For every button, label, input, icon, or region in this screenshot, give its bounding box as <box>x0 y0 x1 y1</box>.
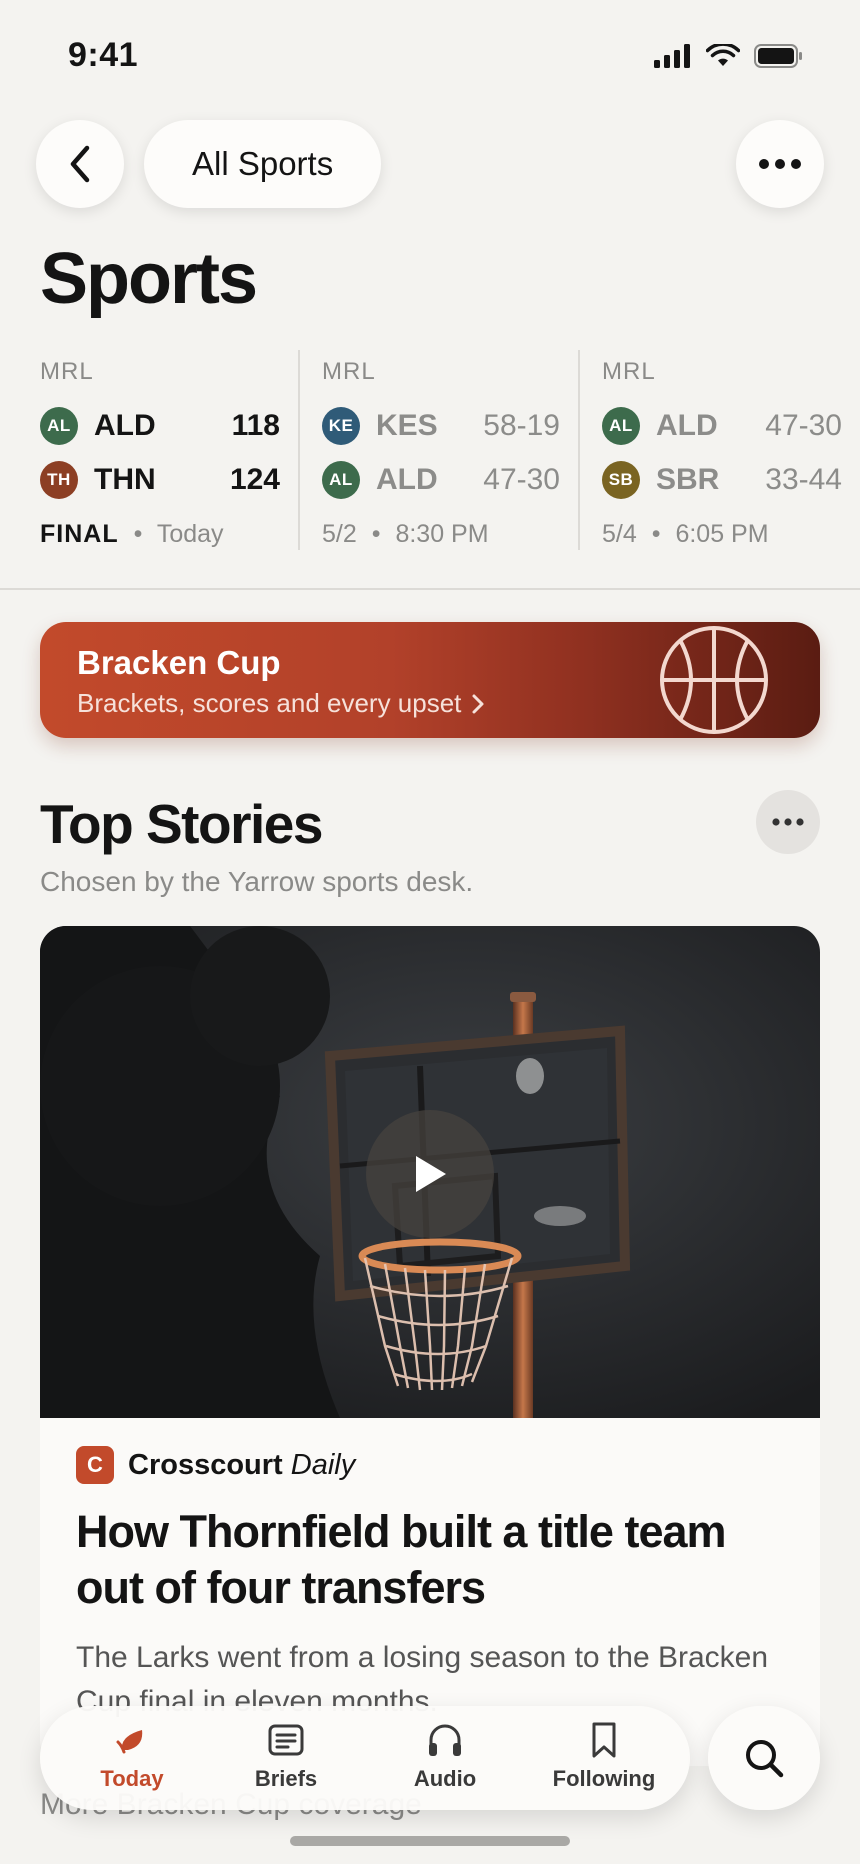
briefs-icon <box>268 1724 304 1756</box>
team-record: 33-44 <box>765 463 842 496</box>
game-date: 5/4 <box>602 520 637 548</box>
battery-icon <box>754 44 802 68</box>
team-row: KE KES 58-19 <box>322 406 560 446</box>
team-abbr: THN <box>94 463 156 496</box>
game-card[interactable]: MRL KE KES 58-19 AL ALD 47-30 5/2 • 8:30… <box>298 350 578 550</box>
game-card[interactable]: MRL AL ALD 118 TH THN 124 FINAL • Today <box>40 350 298 550</box>
team-logo: KE <box>322 407 360 445</box>
team-abbr: ALD <box>376 463 438 496</box>
home-indicator <box>290 1836 570 1846</box>
team-score: 124 <box>229 463 280 496</box>
leaf-icon <box>116 1730 143 1754</box>
top-stories-more-button[interactable] <box>756 790 820 854</box>
top-stories-title: Top Stories <box>40 793 323 855</box>
basketball-icon <box>660 626 768 734</box>
team-abbr: ALD <box>94 409 156 442</box>
team-logo: SB <box>602 461 640 499</box>
chevron-left-icon <box>70 145 90 183</box>
status-icons <box>654 44 804 68</box>
game-time: 8:30 PM <box>395 520 489 548</box>
story-headline[interactable]: How Thornfield built a title team out of… <box>76 1504 796 1616</box>
back-button[interactable] <box>36 120 124 208</box>
tab-label: Briefs <box>254 1766 318 1791</box>
tab-following[interactable]: Following <box>529 1720 679 1792</box>
play-icon <box>416 1156 446 1192</box>
tab-bar: Today Briefs Audio Following <box>40 1706 690 1810</box>
bracken-cup-banner[interactable]: Bracken Cup Brackets, scores and every u… <box>40 622 820 738</box>
search-icon <box>746 1740 784 1778</box>
game-status: FINAL • Today <box>40 520 224 548</box>
team-score: 118 <box>231 409 280 442</box>
tab-label: Audio <box>413 1766 477 1791</box>
game-schedule: 5/4 • 6:05 PM <box>602 520 769 548</box>
team-abbr: KES <box>376 409 438 442</box>
tab-today[interactable]: Today <box>57 1720 207 1792</box>
publisher-name-main: Crosscourt <box>128 1448 283 1481</box>
publisher-name-suffix: Daily <box>290 1448 356 1481</box>
game-day: Today <box>156 520 224 548</box>
final-label: FINAL <box>40 520 119 548</box>
team-logo: AL <box>40 407 78 445</box>
game-time: 6:05 PM <box>675 520 769 548</box>
bookmark-icon <box>592 1722 616 1758</box>
game-schedule: 5/2 • 8:30 PM <box>322 520 489 548</box>
cellular-signal-icon <box>654 44 690 68</box>
tab-briefs[interactable]: Briefs <box>211 1720 361 1792</box>
tab-label: Today <box>100 1766 164 1791</box>
team-record: 47-30 <box>765 409 842 442</box>
banner-subtitle-row: Brackets, scores and every upset <box>77 688 485 719</box>
tab-label: Following <box>552 1766 656 1791</box>
publisher-logo: C <box>76 1446 114 1484</box>
team-row: AL ALD 118 <box>40 406 280 446</box>
team-record: 47-30 <box>483 463 560 496</box>
more-options-button[interactable] <box>736 120 824 208</box>
team-record: 58-19 <box>483 409 560 442</box>
top-stories-subtitle: Chosen by the Yarrow sports desk. <box>40 866 474 897</box>
chevron-right-icon <box>472 694 484 713</box>
headphones-icon <box>429 1724 461 1756</box>
ellipsis-icon <box>759 159 801 169</box>
team-row: AL ALD 47-30 <box>322 460 560 500</box>
story-card[interactable]: C Crosscourt Daily How Thornfield built … <box>40 926 820 1766</box>
game-date: 5/2 <box>322 520 357 548</box>
ellipsis-icon <box>772 818 804 826</box>
wifi-icon <box>706 44 740 66</box>
team-abbr: ALD <box>656 409 718 442</box>
team-logo: AL <box>602 407 640 445</box>
banner-subtitle: Brackets, scores and every upset <box>77 688 462 718</box>
team-row: SB SBR 33-44 <box>602 460 842 500</box>
team-row: TH THN 124 <box>40 460 280 500</box>
team-logo: TH <box>40 461 78 499</box>
league-label: MRL <box>602 358 656 385</box>
team-abbr: SBR <box>656 463 720 496</box>
team-row: AL ALD 47-30 <box>602 406 842 446</box>
scores-strip[interactable]: MRL AL ALD 118 TH THN 124 FINAL • Today … <box>0 350 860 590</box>
team-logo: AL <box>322 461 360 499</box>
all-sports-filter-button[interactable]: All Sports <box>144 120 382 208</box>
league-label: MRL <box>40 358 94 385</box>
banner-title: Bracken Cup <box>77 644 281 681</box>
game-card[interactable]: MRL AL ALD 47-30 SB SBR 33-44 5/4 • 6:05… <box>578 350 860 550</box>
page-title: Sports <box>40 239 258 319</box>
publisher-row: C Crosscourt Daily <box>76 1446 355 1484</box>
play-video-button[interactable] <box>366 1110 494 1238</box>
search-button[interactable] <box>708 1706 820 1810</box>
tab-audio[interactable]: Audio <box>370 1720 520 1792</box>
all-sports-label: All Sports <box>192 145 334 182</box>
league-label: MRL <box>322 358 376 385</box>
status-time: 9:41 <box>68 36 139 74</box>
publisher-name: Crosscourt Daily <box>128 1449 355 1482</box>
